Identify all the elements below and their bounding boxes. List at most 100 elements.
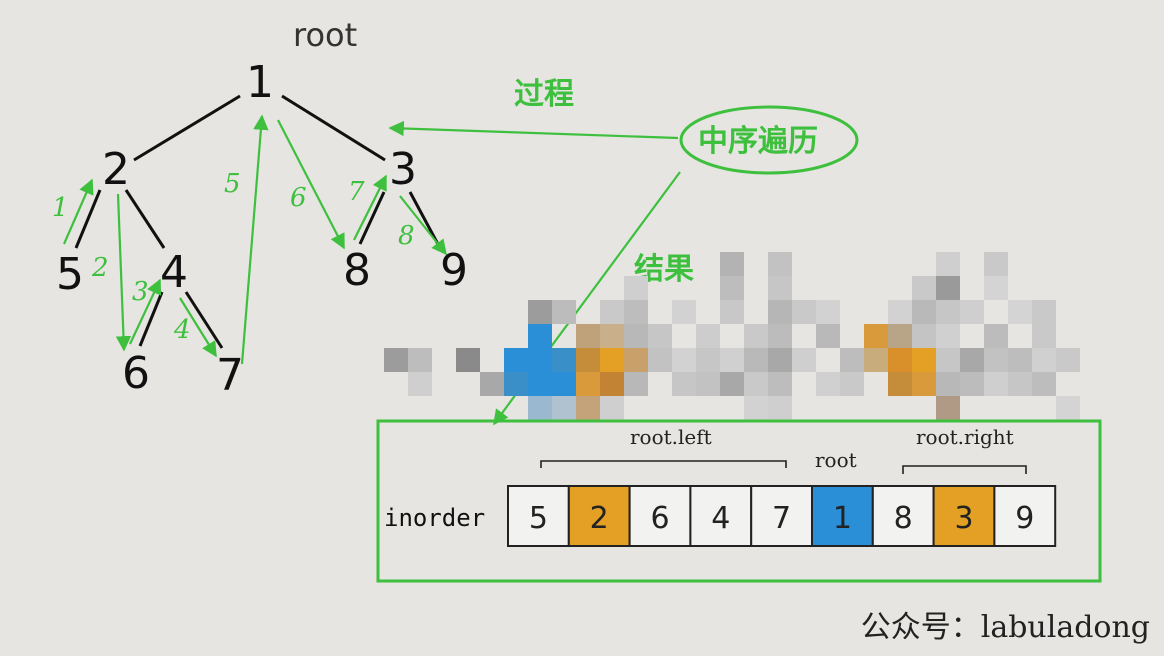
diagram-canvas: root 1 2 3 5 4 6 7 8 9 1 2 3 4 5 6 7 8 过… [52, 16, 1102, 583]
step-arrow-2 [115, 193, 132, 352]
pixel-block [600, 396, 624, 420]
node-2: 2 [102, 144, 130, 195]
pixel-block [576, 324, 600, 348]
pixel-block [480, 372, 504, 396]
node-5: 5 [56, 249, 84, 300]
pixel-block [696, 348, 720, 372]
pixel-block [960, 300, 984, 324]
inorder-cell-value: 8 [894, 501, 913, 536]
root-label: root [293, 16, 357, 54]
pixel-block [600, 348, 624, 372]
pixel-block [648, 324, 672, 348]
pixel-block [504, 348, 528, 372]
pixel-block [936, 324, 960, 348]
pixel-block [1008, 372, 1032, 396]
pixel-block [912, 324, 936, 348]
pixel-block [960, 348, 984, 372]
pixel-block [528, 396, 552, 420]
pixel-block [552, 348, 576, 372]
step-number-2: 2 [91, 253, 109, 283]
edge-2-4 [124, 189, 166, 249]
pixel-block [768, 396, 792, 420]
node-8: 8 [343, 245, 371, 296]
root-left-label: root.left [630, 425, 712, 449]
step-number-1: 1 [52, 193, 69, 223]
pixel-block [528, 300, 552, 324]
pixel-block [600, 300, 624, 324]
pixel-block [1008, 348, 1032, 372]
pixel-block [720, 372, 744, 396]
node-7: 7 [216, 350, 244, 401]
node-3: 3 [389, 144, 417, 195]
pixel-block [984, 276, 1008, 300]
pixel-block [720, 300, 744, 324]
pixel-block [1056, 348, 1080, 372]
pixel-block [528, 372, 552, 396]
pixel-block [768, 300, 792, 324]
edge-4-7 [184, 291, 224, 349]
pixel-block [1008, 300, 1032, 324]
pixel-block [528, 348, 552, 372]
pixel-block [912, 300, 936, 324]
step-number-7: 7 [348, 177, 365, 207]
pixel-block [936, 300, 960, 324]
pixel-block [408, 348, 432, 372]
pixel-block [864, 324, 888, 348]
root-center-label: root [815, 448, 857, 472]
pixel-block [960, 372, 984, 396]
pixel-block [936, 348, 960, 372]
pixel-block [936, 396, 960, 420]
node-1: 1 [246, 57, 274, 108]
step-number-4: 4 [173, 315, 191, 345]
node-6: 6 [122, 348, 150, 399]
pixel-block [744, 372, 768, 396]
pixel-block [936, 252, 960, 276]
pixel-block [696, 324, 720, 348]
left-bracket [540, 460, 787, 468]
inorder-array: 5 2 6 4 7 1 8 3 9 [507, 485, 1057, 547]
inorder-cell-value: 9 [1015, 501, 1034, 536]
pixel-block [912, 276, 936, 300]
right-bracket [902, 465, 1027, 474]
pixel-block [624, 300, 648, 324]
pixel-block [720, 252, 744, 276]
pixel-block [816, 300, 840, 324]
step-number-8: 8 [398, 221, 415, 251]
pixel-block [1032, 324, 1056, 348]
pixel-block [600, 324, 624, 348]
pixel-block [792, 300, 816, 324]
step-arrow-6 [277, 119, 345, 250]
inorder-cell-value: 3 [954, 501, 973, 536]
edge-2-5 [74, 189, 102, 249]
pixel-block [888, 348, 912, 372]
pixel-block [744, 396, 768, 420]
node-9: 9 [440, 245, 468, 296]
pixel-block [912, 372, 936, 396]
inorder-cell-value: 2 [590, 501, 609, 536]
pixelated-region [384, 252, 1080, 420]
pixel-block [528, 324, 552, 348]
pixel-block [768, 324, 792, 348]
pixel-block [984, 348, 1008, 372]
pixel-block [840, 372, 864, 396]
inorder-cell-value: 5 [529, 501, 548, 536]
watermark-prefix: 公众号 [860, 610, 951, 645]
pixel-block [624, 324, 648, 348]
step-arrow-5 [240, 114, 269, 365]
inorder-traversal-label: 中序遍历 [698, 124, 818, 159]
pixel-block [672, 372, 696, 396]
pixel-block [936, 276, 960, 300]
pixel-block [768, 348, 792, 372]
step-number-3: 3 [132, 277, 149, 307]
pixel-block [384, 348, 408, 372]
pixel-block [1032, 348, 1056, 372]
pixel-block [600, 372, 624, 396]
pixel-block [576, 348, 600, 372]
pixel-block [984, 252, 1008, 276]
process-label: 过程 [514, 77, 574, 112]
edge-1-2 [133, 94, 241, 162]
step-number-6: 6 [290, 183, 307, 213]
pixel-block [768, 276, 792, 300]
watermark: 公众号：labuladong [861, 602, 1150, 646]
pixel-block [576, 372, 600, 396]
